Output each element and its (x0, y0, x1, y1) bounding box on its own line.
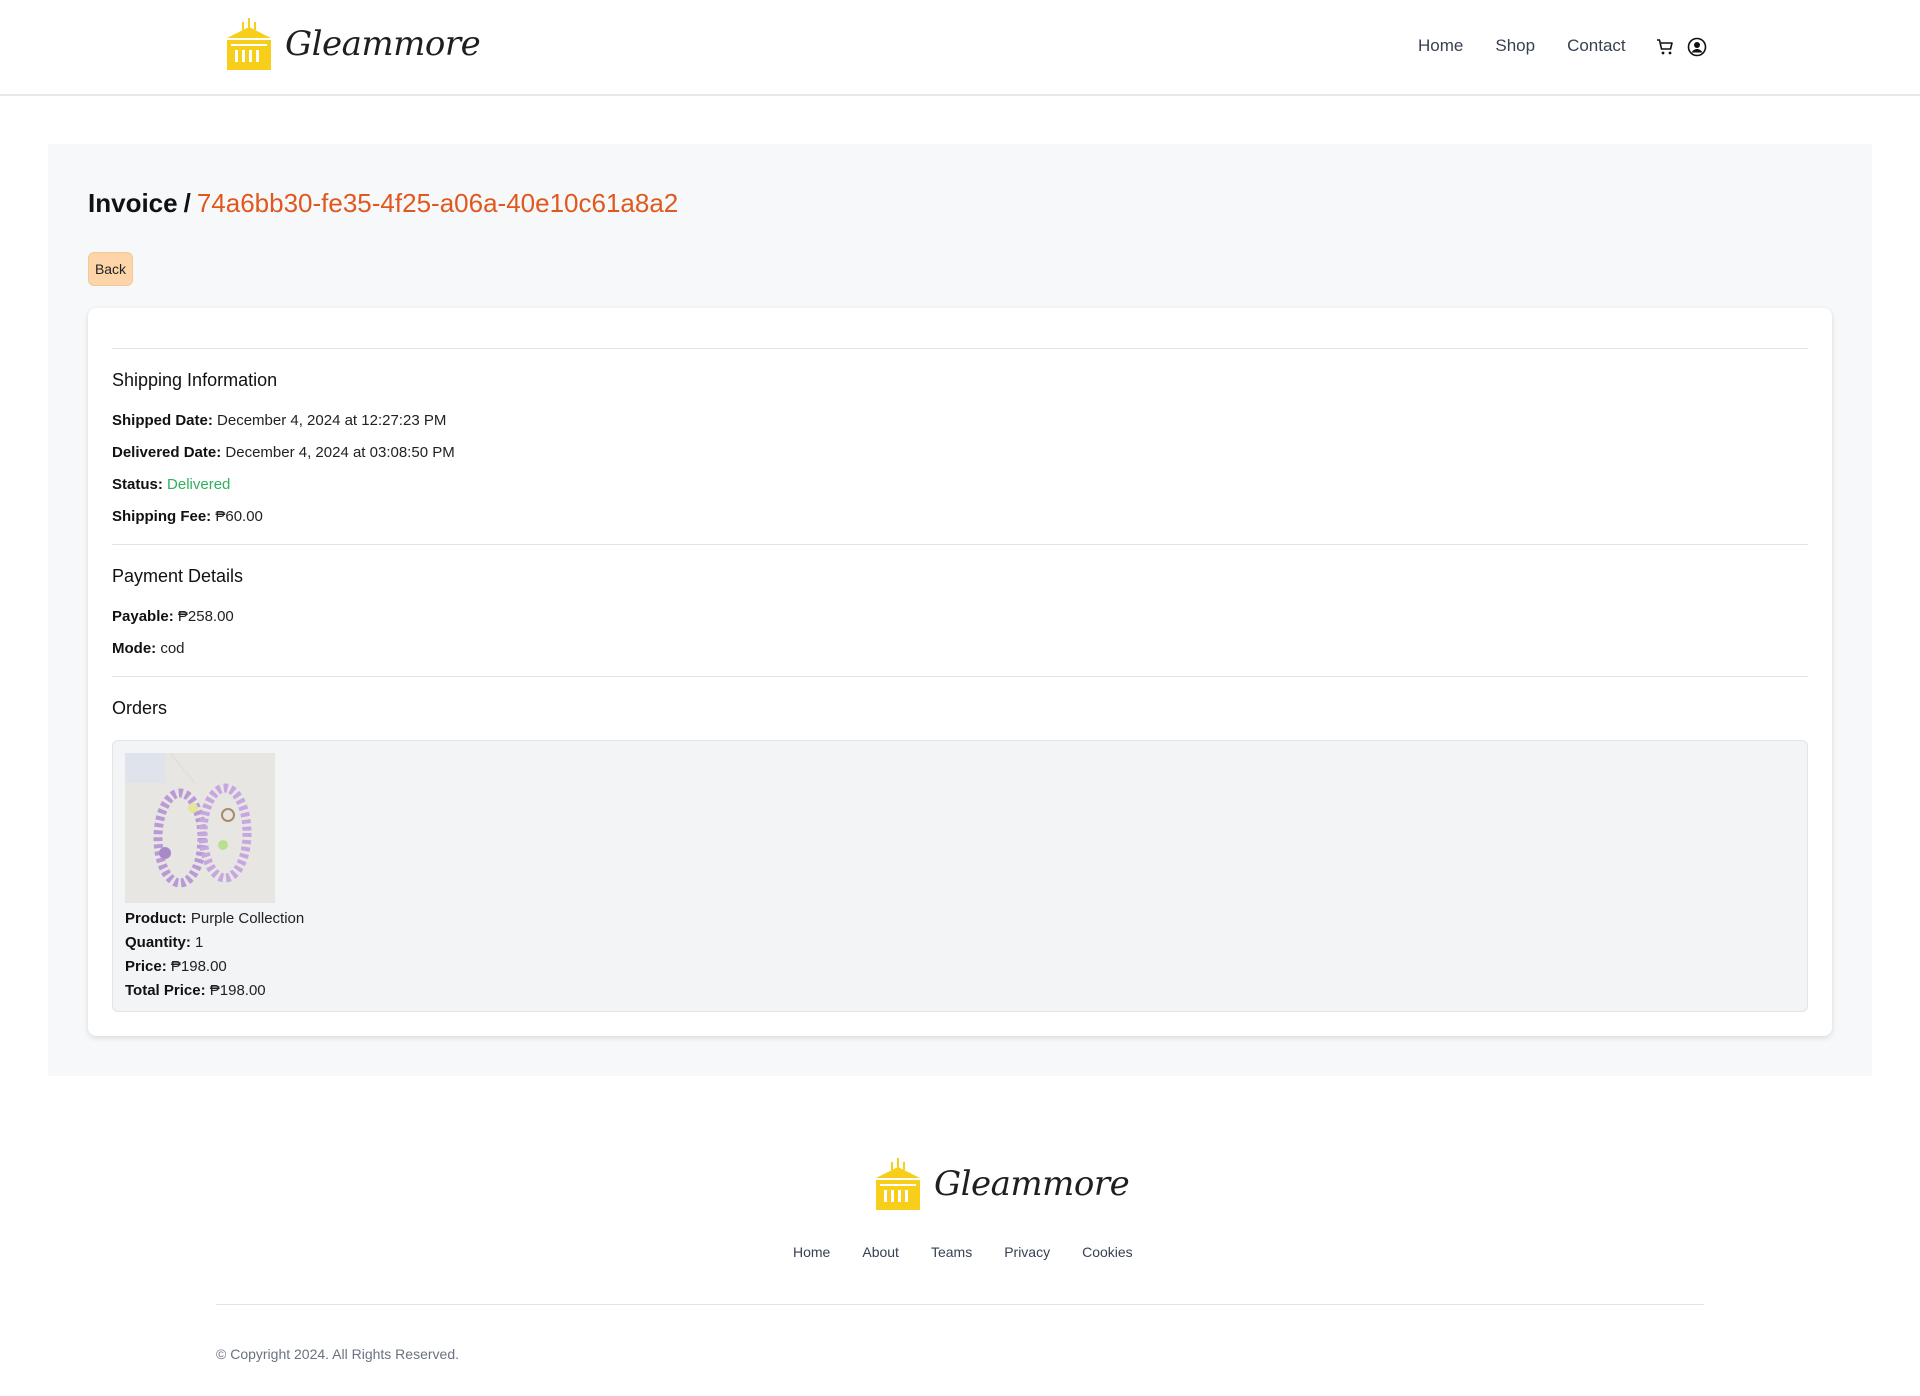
shipped-date-label: Shipped Date: (112, 412, 213, 429)
price-label: Price: (125, 958, 167, 975)
delivered-date-row: Delivered Date: December 4, 2024 at 03:0… (112, 444, 455, 461)
footer-link-privacy[interactable]: Privacy (1004, 1244, 1050, 1260)
order-quantity-row: Quantity: 1 (125, 931, 304, 955)
shipping-title: Shipping Information (112, 370, 278, 390)
total-price-label: Total Price: (125, 982, 206, 999)
shop-logo-icon (876, 1158, 920, 1210)
quantity-label: Quantity: (125, 934, 191, 951)
divider (112, 544, 1808, 545)
order-price-row: Price: ₱198.00 (125, 955, 304, 979)
mode-label: Mode: (112, 640, 157, 657)
product-image (125, 753, 275, 903)
shipping-fee-label: Shipping Fee: (112, 508, 212, 525)
payable-row: Payable: ₱258.00 (112, 608, 234, 625)
brand-logo[interactable]: Gleammore (225, 16, 481, 72)
status-label: Status: (112, 476, 163, 493)
footer-logo[interactable]: Gleammore (874, 1156, 1130, 1212)
status-badge: Delivered (167, 476, 231, 493)
footer-link-home[interactable]: Home (793, 1244, 830, 1260)
order-details: Product: Purple Collection Quantity: 1 P… (125, 907, 304, 1003)
shipping-fee-value: ₱60.00 (215, 508, 263, 525)
divider (112, 676, 1808, 677)
orders-title: Orders (112, 698, 168, 718)
user-circle-icon[interactable] (1687, 37, 1707, 57)
mode-row: Mode: cod (112, 640, 185, 657)
footer-link-about[interactable]: About (862, 1244, 899, 1260)
nav-contact[interactable]: Contact (1567, 36, 1626, 56)
shipping-fee-row: Shipping Fee: ₱60.00 (112, 508, 263, 525)
order-item: Product: Purple Collection Quantity: 1 P… (112, 740, 1808, 1012)
cart-icon[interactable] (1655, 37, 1675, 57)
divider (112, 348, 1808, 349)
invoice-id: 74a6bb30-fe35-4f25-a06a-40e10c61a8a2 (196, 188, 679, 218)
order-total-row: Total Price: ₱198.00 (125, 979, 304, 1003)
product-value: Purple Collection (190, 910, 305, 927)
page-title: Invoice/74a6bb30-fe35-4f25-a06a-40e10c61… (88, 188, 678, 219)
total-price-value: ₱198.00 (209, 982, 266, 999)
invoice-title: Invoice (88, 188, 178, 218)
footer-divider (216, 1304, 1704, 1305)
product-label: Product: (125, 910, 187, 927)
site-header: Gleammore Home Shop Contact (0, 0, 1920, 96)
status-row: Status: Delivered (112, 476, 230, 493)
footer-nav: Home About Teams Privacy Cookies (793, 1244, 1133, 1260)
quantity-value: 1 (195, 934, 204, 951)
mode-value: cod (160, 640, 185, 657)
brand-name: Gleammore (285, 24, 481, 64)
invoice-panel: Invoice/74a6bb30-fe35-4f25-a06a-40e10c61… (48, 144, 1872, 1076)
payment-title: Payment Details (112, 566, 244, 586)
order-product-row: Product: Purple Collection (125, 907, 304, 931)
footer-brand-name: Gleammore (934, 1164, 1130, 1204)
main-nav: Home Shop Contact (1418, 36, 1626, 56)
back-button[interactable]: Back (88, 252, 133, 286)
header-actions (1655, 37, 1707, 57)
nav-shop[interactable]: Shop (1495, 36, 1535, 56)
delivered-date-label: Delivered Date: (112, 444, 222, 461)
footer-link-teams[interactable]: Teams (931, 1244, 972, 1260)
footer-link-cookies[interactable]: Cookies (1082, 1244, 1133, 1260)
delivered-date-value: December 4, 2024 at 03:08:50 PM (225, 444, 455, 461)
shipped-date-row: Shipped Date: December 4, 2024 at 12:27:… (112, 412, 446, 429)
shop-logo-icon (227, 18, 271, 70)
copyright-text: © Copyright 2024. All Rights Reserved. (216, 1346, 459, 1362)
price-value: ₱198.00 (170, 958, 227, 975)
title-separator: / (183, 188, 191, 218)
payable-value: ₱258.00 (177, 608, 234, 625)
payable-label: Payable: (112, 608, 174, 625)
nav-home[interactable]: Home (1418, 36, 1463, 56)
shipped-date-value: December 4, 2024 at 12:27:23 PM (217, 412, 447, 429)
invoice-card: Shipping Information Shipped Date: Decem… (88, 308, 1832, 1036)
